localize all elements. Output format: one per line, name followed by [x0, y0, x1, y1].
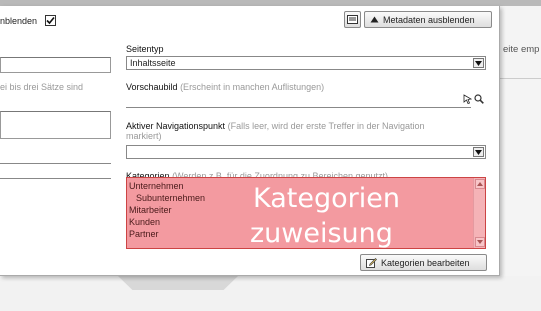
background-page-bottom	[0, 276, 541, 311]
scroll-up-icon[interactable]	[475, 179, 485, 189]
left-input-line-1	[0, 163, 111, 164]
show-checkbox[interactable]	[45, 15, 56, 26]
scroll-down-icon[interactable]	[475, 237, 485, 247]
listbox-scrollbar[interactable]	[473, 178, 485, 248]
list-icon	[347, 15, 358, 24]
magnifier-icon[interactable]	[474, 94, 484, 106]
seitentyp-label: Seitentyp	[126, 44, 164, 54]
annotation-line-2: zuweisung	[250, 218, 393, 249]
background-divider	[500, 78, 541, 79]
chevron-down-icon[interactable]	[473, 58, 484, 68]
navpunkt-hint-line2: markiert)	[126, 131, 162, 141]
list-item[interactable]: Unternehmen	[129, 181, 184, 191]
edit-categories-button[interactable]: Kategorien bearbeiten	[360, 254, 487, 271]
checkbox-label: nblenden	[0, 16, 38, 26]
list-item[interactable]: Kunden	[129, 217, 160, 227]
navpunkt-select[interactable]	[126, 145, 486, 159]
seitentyp-value: Inhaltsseite	[130, 58, 176, 68]
background-shape	[118, 276, 238, 290]
navpunkt-hint-line1: (Falls leer, wird der erste Treffer in d…	[227, 121, 425, 131]
left-textarea[interactable]	[0, 111, 111, 139]
left-text-input-1[interactable]	[0, 57, 111, 73]
annotation-line-1: Kategorien	[253, 183, 400, 214]
details-toggle-button[interactable]	[344, 11, 361, 28]
vorschaubild-input[interactable]	[126, 94, 471, 108]
triangle-up-icon	[370, 16, 379, 23]
navpunkt-label: Aktiver Navigationspunkt (Falls leer, wi…	[126, 121, 425, 131]
background-page-right: eite emp	[500, 6, 541, 306]
vorschaubild-label-text: Vorschaubild	[126, 82, 178, 92]
navpunkt-label-text: Aktiver Navigationspunkt	[126, 121, 226, 131]
chevron-down-icon[interactable]	[473, 147, 484, 157]
edit-categories-label: Kategorien bearbeiten	[381, 257, 470, 268]
left-input-line-2	[0, 178, 111, 179]
background-text-fragment: eite emp	[503, 44, 540, 55]
seitentyp-select[interactable]: Inhaltsseite	[126, 56, 486, 70]
vorschaubild-hint: (Erscheint in manchen Auflistungen)	[180, 82, 325, 92]
hide-metadata-button[interactable]: Metadaten ausblenden	[364, 11, 492, 28]
arrow-pointer-icon[interactable]	[463, 94, 473, 106]
hide-metadata-label: Metadaten ausblenden	[383, 14, 475, 25]
vorschaubild-label: Vorschaubild (Erscheint in manchen Aufli…	[126, 82, 324, 92]
left-hint-text: ei bis drei Sätze sind	[0, 82, 84, 92]
pencil-icon	[366, 258, 377, 268]
list-item[interactable]: Partner	[129, 229, 159, 239]
list-item[interactable]: Mitarbeiter	[129, 205, 172, 215]
checkmark-icon	[46, 16, 55, 25]
list-item[interactable]: Subunternehmen	[136, 193, 205, 203]
